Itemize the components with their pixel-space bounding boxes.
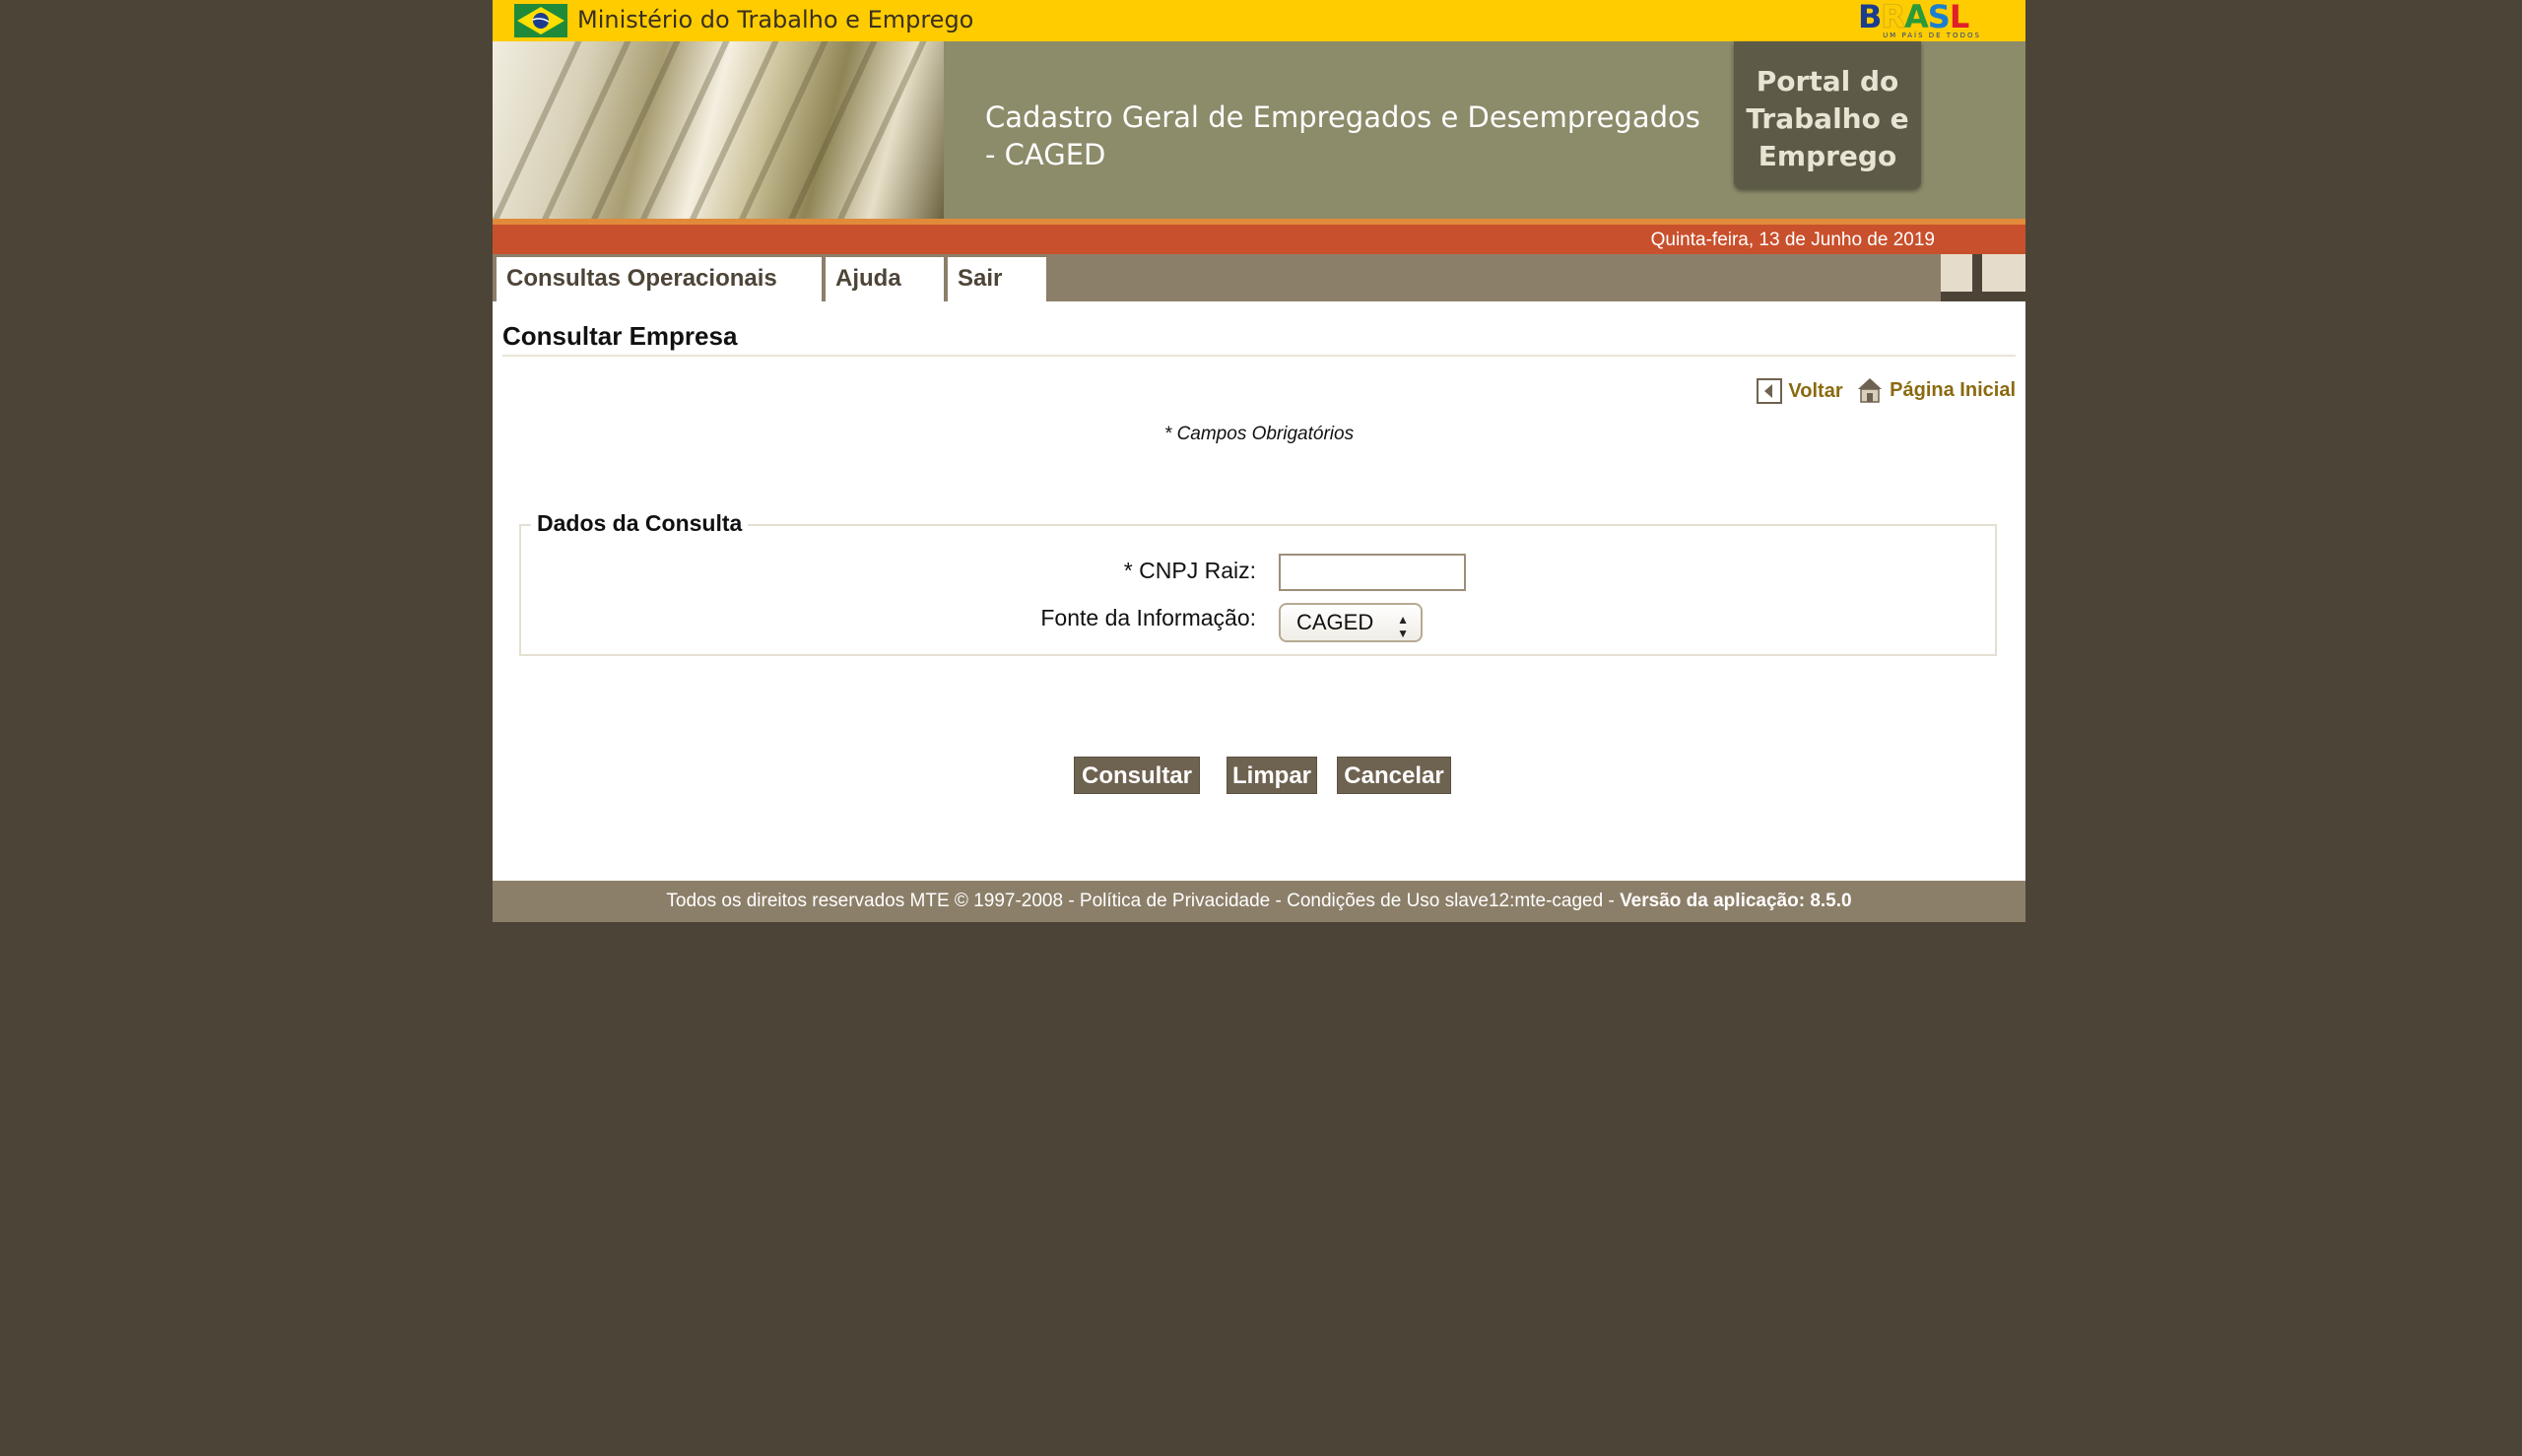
cnpj-input[interactable] xyxy=(1279,554,1466,591)
banner: Cadastro Geral de Empregados e Desempreg… xyxy=(493,41,2025,219)
portal-badge[interactable]: Portal do Trabalho e Emprego xyxy=(1734,41,1921,189)
consultar-button[interactable]: Consultar xyxy=(1074,757,1200,794)
footer-text: Todos os direitos reservados MTE © 1997-… xyxy=(666,891,1621,911)
fieldset-legend: Dados da Consulta xyxy=(531,510,749,537)
fonte-select[interactable]: CAGED ▲ ▼ xyxy=(1279,603,1423,642)
menu-item-ajuda[interactable]: Ajuda xyxy=(826,257,944,301)
title-divider xyxy=(502,355,2016,357)
home-icon xyxy=(1858,378,1883,403)
app-version: Versão da aplicação: 8.5.0 xyxy=(1620,891,1852,911)
fonte-label: Fonte da Informação: xyxy=(1040,605,1256,630)
required-fields-note: * Campos Obrigatórios xyxy=(1163,424,1355,444)
brazil-flag-icon xyxy=(514,4,567,37)
select-arrows-icon: ▲ ▼ xyxy=(1397,613,1409,640)
main-content: Consultar Empresa Voltar Página Inicial … xyxy=(493,301,2025,881)
cnpj-label: * CNPJ Raiz: xyxy=(1123,558,1256,583)
menu-corner-decoration xyxy=(1941,254,2025,301)
brasil-wordmark: BRASL xyxy=(1858,0,1969,35)
back-arrow-icon xyxy=(1757,378,1783,404)
cancelar-button[interactable]: Cancelar xyxy=(1337,757,1451,794)
fonte-selected-value: CAGED xyxy=(1296,610,1374,634)
menu-item-consultas-operacionais[interactable]: Consultas Operacionais xyxy=(497,257,822,301)
system-title: Cadastro Geral de Empregados e Desempreg… xyxy=(985,100,1700,171)
back-link-label: Voltar xyxy=(1788,379,1843,402)
menu-bar: Consultas Operacionais Ajuda Sair xyxy=(493,254,2025,301)
footer: Todos os direitos reservados MTE © 1997-… xyxy=(493,881,2025,922)
page: Ministério do Trabalho e Emprego BRASL U… xyxy=(493,0,2025,922)
portal-label: Portal do Trabalho e Emprego xyxy=(1746,65,1909,172)
government-bar: Ministério do Trabalho e Emprego BRASL U… xyxy=(493,0,2025,41)
book-pages-image xyxy=(493,41,944,219)
menu-item-sair[interactable]: Sair xyxy=(948,257,1046,301)
nav-links: Voltar Página Inicial xyxy=(1749,376,2016,410)
limpar-button[interactable]: Limpar xyxy=(1227,757,1317,794)
back-link[interactable]: Voltar xyxy=(1757,378,1843,404)
date-bar: Quinta-feira, 13 de Junho de 2019 xyxy=(493,219,2025,254)
ministry-name: Ministério do Trabalho e Emprego xyxy=(577,6,974,33)
page-title: Consultar Empresa xyxy=(502,321,738,351)
current-date: Quinta-feira, 13 de Junho de 2019 xyxy=(1650,230,1935,250)
home-link[interactable]: Página Inicial xyxy=(1856,376,2016,404)
brasil-logo: BRASL UM PAÍS DE TODOS xyxy=(1858,0,2006,39)
query-fieldset: Dados da Consulta * CNPJ Raiz: Fonte da … xyxy=(519,510,1997,656)
home-link-label: Página Inicial xyxy=(1890,378,2016,401)
